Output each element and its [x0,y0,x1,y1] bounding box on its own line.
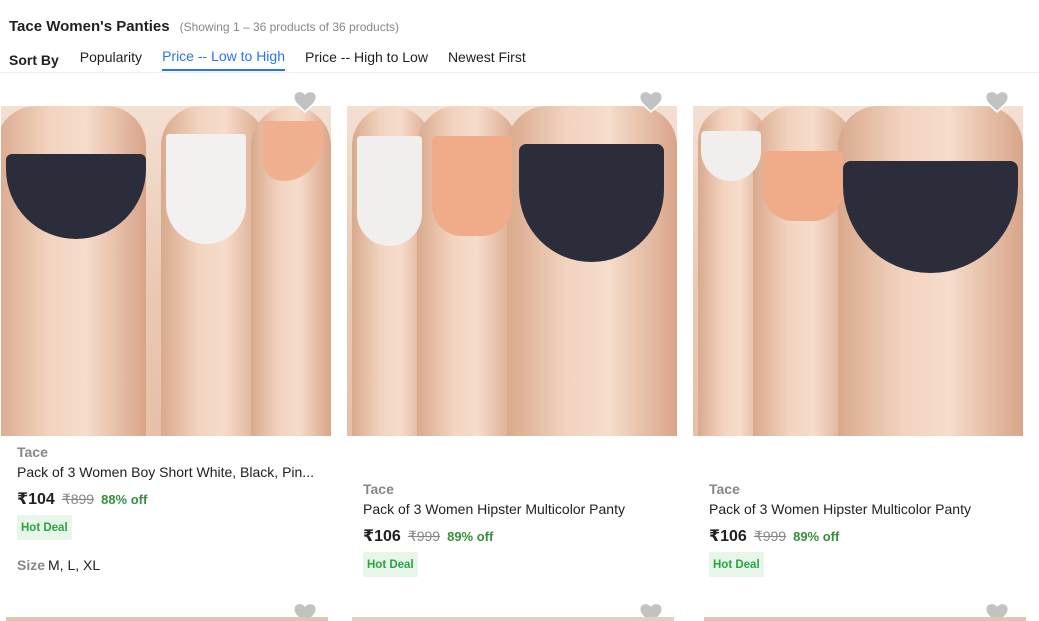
selling-price: ₹106 [363,528,401,545]
original-price: ₹999 [407,528,441,544]
hot-deal-badge: Hot Deal [363,552,418,577]
sort-bar: Sort By Popularity Price -- Low to High … [9,48,546,71]
page-title: Tace Women's Panties [9,18,170,35]
hot-deal-badge: Hot Deal [17,515,72,540]
size-info: Size M, L, XL [17,557,100,573]
product-image[interactable] [1,106,331,436]
sort-price-high-low[interactable]: Price -- High to Low [305,49,428,70]
title-row: Tace Women's Panties (Showing 1 – 36 pro… [9,18,399,35]
size-label: Size [17,557,46,573]
discount-percent: 89% off [447,529,494,544]
product-card[interactable]: Tace Pack of 3 Women Hipster Multicolor … [692,85,1028,585]
price-row: ₹106 ₹999 89% off [709,526,839,546]
product-image[interactable] [347,106,677,436]
sort-price-low-high[interactable]: Price -- Low to High [162,48,285,71]
discount-percent: 88% off [101,492,148,507]
sort-popularity[interactable]: Popularity [80,49,142,70]
product-title[interactable]: Pack of 3 Women Boy Short White, Black, … [17,464,322,480]
selling-price: ₹104 [17,491,55,508]
selling-price: ₹106 [709,528,747,545]
product-image[interactable] [352,617,674,621]
sort-label: Sort By [9,51,59,68]
product-title[interactable]: Pack of 3 Women Hipster Multicolor Panty [709,501,1014,517]
product-image[interactable] [704,617,1026,621]
hot-deal-badge: Hot Deal [709,552,764,577]
original-price: ₹999 [753,528,787,544]
heart-icon[interactable] [292,89,318,113]
product-brand: Tace [363,481,394,497]
product-title[interactable]: Pack of 3 Women Hipster Multicolor Panty [363,501,668,517]
heart-icon[interactable] [638,89,664,113]
result-count: (Showing 1 – 36 products of 36 products) [179,20,400,34]
sort-newest-first[interactable]: Newest First [448,49,526,70]
discount-percent: 89% off [793,529,840,544]
product-card[interactable]: Tace Pack of 3 Women Boy Short White, Bl… [0,85,336,585]
heart-icon[interactable] [984,89,1010,113]
size-values: M, L, XL [48,557,101,573]
product-image[interactable] [693,106,1023,436]
product-brand: Tace [17,444,48,460]
price-row: ₹106 ₹999 89% off [363,526,493,546]
listing-header: Tace Women's Panties (Showing 1 – 36 pro… [0,0,1039,73]
product-brand: Tace [709,481,740,497]
original-price: ₹899 [61,491,95,507]
product-card[interactable]: Tace Pack of 3 Women Hipster Multicolor … [346,85,682,585]
price-row: ₹104 ₹899 88% off [17,489,147,509]
product-image[interactable] [6,617,328,621]
